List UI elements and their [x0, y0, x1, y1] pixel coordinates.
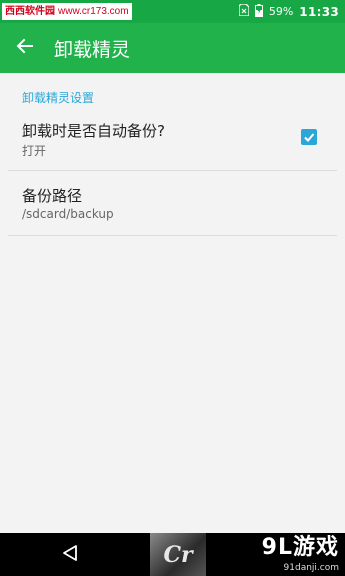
pref-backup-path-summary: /sdcard/backup: [22, 207, 114, 221]
status-bar: 西西软件园 www.cr173.com 59% 11:33: [0, 0, 345, 23]
watermark-brand-block: 9L游戏 91danji.com: [262, 533, 339, 576]
page-title: 卸载精灵: [54, 38, 131, 61]
battery-percent: 59%: [268, 5, 294, 18]
pref-backup-path[interactable]: 备份路径 /sdcard/backup: [8, 171, 337, 236]
watermark-brand: 9L游戏: [261, 535, 339, 560]
pref-backup-path-title: 备份路径: [22, 187, 83, 205]
navigation-bar: Cr 9L游戏 91danji.com: [0, 533, 345, 576]
auto-backup-checkbox[interactable]: [301, 129, 317, 145]
watermark-banner: 西西软件园 www.cr173.com: [2, 3, 132, 20]
settings-section-header: 卸载精灵设置: [22, 91, 95, 105]
pref-auto-backup-summary: 打开: [22, 144, 47, 158]
watermark-url: www.cr173.com: [58, 6, 129, 17]
app-bar: 卸载精灵: [0, 23, 345, 73]
watermark-logo: Cr: [150, 533, 206, 576]
settings-list: 卸载精灵设置 卸载时是否自动备份? 打开 备份路径 /sdcard/backup: [0, 73, 345, 533]
checkmark-icon: [303, 128, 315, 147]
pref-auto-backup[interactable]: 卸载时是否自动备份? 打开: [8, 110, 337, 171]
watermark-brand-url: 91danji.com: [283, 563, 339, 573]
status-icons: 59% 11:33: [238, 0, 339, 23]
status-time: 11:33: [299, 4, 339, 19]
watermark-logo-text: Cr: [163, 541, 193, 568]
no-sim-icon: [238, 3, 250, 19]
pref-auto-backup-title: 卸载时是否自动备份?: [22, 122, 165, 140]
triangle-back-icon: [62, 544, 78, 566]
arrow-left-icon: [16, 37, 34, 59]
nav-back-button[interactable]: [58, 543, 82, 567]
back-button[interactable]: [0, 23, 50, 73]
watermark-site-name: 西西软件园: [5, 6, 55, 17]
battery-charging-icon: [254, 3, 263, 20]
